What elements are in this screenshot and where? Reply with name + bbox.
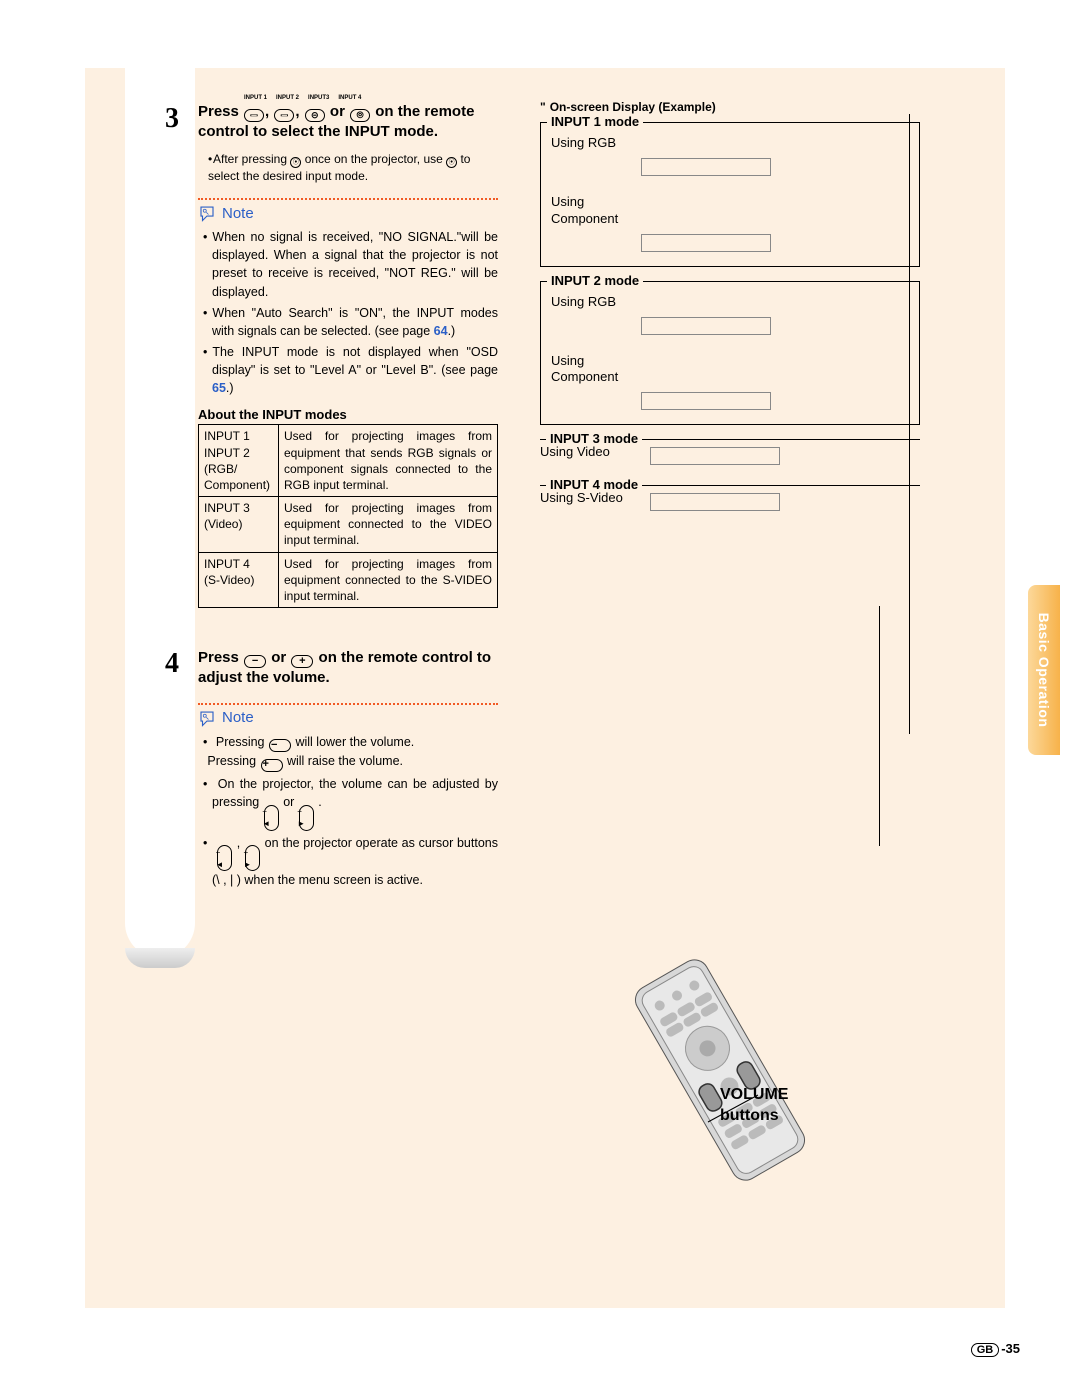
note-item: On the projector, the volume can be adju… xyxy=(212,775,498,831)
osd-text: Using RGB xyxy=(551,294,909,311)
osd-placeholder xyxy=(641,317,771,335)
note-item: −◄ , +► on the projector operate as curs… xyxy=(212,834,498,890)
note-label: Note xyxy=(222,709,254,726)
rocker-plus-icon: +► xyxy=(299,805,314,831)
remote-control-icon xyxy=(590,950,850,1190)
step-3-sub: After pressing ⦿ once on the projector, … xyxy=(198,151,498,185)
note-item: The INPUT mode is not displayed when "OS… xyxy=(212,343,498,397)
page-ref: 65 xyxy=(212,381,226,395)
separator xyxy=(198,198,498,200)
callout-line xyxy=(879,606,880,846)
right-column: On-screen Display (Example) INPUT 1 mode… xyxy=(540,100,920,525)
region-badge: GB xyxy=(971,1343,1000,1357)
step-gutter xyxy=(125,68,195,958)
label-input3: INPUT3 xyxy=(308,95,329,101)
osd-text: Using RGB xyxy=(551,135,909,152)
osd-input3: INPUT 3 mode Using Video xyxy=(540,439,920,465)
table-row: INPUT 1 INPUT 2 (RGB/ Component)Used for… xyxy=(199,425,498,497)
volume-plus-icon: + xyxy=(291,655,313,668)
volume-plus-icon: + xyxy=(261,759,283,772)
step-4-number: 4 xyxy=(165,648,179,680)
projector-input-icon: ⦿ xyxy=(446,157,457,168)
note-item: When no signal is received, "NO SIGNAL."… xyxy=(212,228,498,301)
rocker-plus-icon: +► xyxy=(245,845,260,871)
callout-line xyxy=(909,114,910,734)
rocker-minus-icon: −◄ xyxy=(217,845,232,871)
section-tab-label: Basic Operation xyxy=(1036,613,1052,728)
osd-placeholder xyxy=(641,234,771,252)
volume-minus-icon: − xyxy=(269,739,291,752)
note-label: Note xyxy=(222,205,254,222)
note-heading: Note xyxy=(198,709,498,727)
step-4-notes: Pressing − will lower the volume. •Press… xyxy=(198,733,498,890)
volume-minus-icon: − xyxy=(244,655,266,668)
osd-input2: INPUT 2 mode Using RGB Using Component xyxy=(540,281,920,426)
page-ref: 64 xyxy=(434,324,448,338)
table-title: About the INPUT modes xyxy=(198,407,498,422)
note-item: Pressing − will lower the volume. •Press… xyxy=(212,733,498,772)
legend: INPUT 4 mode xyxy=(546,477,642,492)
table-row: INPUT 4 (S-Video)Used for projecting ima… xyxy=(199,552,498,608)
section-tab: Basic Operation xyxy=(1028,585,1060,755)
input-modes-table: INPUT 1 INPUT 2 (RGB/ Component)Used for… xyxy=(198,424,498,608)
volume-buttons-label: VOLUME buttons xyxy=(720,1085,788,1127)
osd-placeholder xyxy=(650,493,780,511)
page-number: GB-35 xyxy=(971,1341,1020,1357)
note-icon xyxy=(198,709,216,727)
table-row: INPUT 3 (Video)Used for projecting image… xyxy=(199,497,498,553)
step-4-heading: Press − or + on the remote control to ad… xyxy=(198,648,498,689)
left-column: 3 INPUT 1 INPUT 2 INPUT3 INPUT 4 Press ,… xyxy=(198,95,498,893)
step-4: 4 Press − or + on the remote control to … xyxy=(198,648,498,889)
step-3-number: 3 xyxy=(165,103,179,135)
step-3-notes: When no signal is received, "NO SIGNAL."… xyxy=(198,228,498,397)
osd-placeholder xyxy=(641,392,771,410)
input-button-labels: INPUT 1 INPUT 2 INPUT3 INPUT 4 xyxy=(244,95,498,101)
osd-title: On-screen Display (Example) xyxy=(540,100,920,114)
rocker-minus-icon: −◄ xyxy=(264,805,279,831)
note-icon xyxy=(198,204,216,222)
separator xyxy=(198,703,498,705)
note-item: When "Auto Search" is "ON", the INPUT mo… xyxy=(212,304,498,340)
osd-input4: INPUT 4 mode Using S-Video xyxy=(540,485,920,511)
input4-icon xyxy=(350,109,370,122)
osd-text: Using Component xyxy=(551,194,909,228)
osd-input1: INPUT 1 mode Using RGB Using Component xyxy=(540,122,920,267)
label-input1: INPUT 1 xyxy=(244,95,267,101)
input2-icon xyxy=(274,109,294,122)
legend: INPUT 3 mode xyxy=(546,431,642,446)
step-3: 3 INPUT 1 INPUT 2 INPUT3 INPUT 4 Press ,… xyxy=(198,95,498,608)
osd-text: Using Component xyxy=(551,353,909,387)
label-input2: INPUT 2 xyxy=(276,95,299,101)
note-heading: Note xyxy=(198,204,498,222)
input1-icon xyxy=(244,109,264,122)
osd-placeholder xyxy=(650,447,780,465)
remote-figure xyxy=(590,950,850,1195)
legend: INPUT 2 mode xyxy=(547,273,643,288)
projector-input-icon: ⦿ xyxy=(290,157,301,168)
step-3-heading: Press , , or on the remote control to se… xyxy=(198,102,498,143)
label-input4: INPUT 4 xyxy=(338,95,361,101)
osd-placeholder xyxy=(641,158,771,176)
input3-icon xyxy=(305,109,325,122)
legend: INPUT 1 mode xyxy=(547,114,643,129)
